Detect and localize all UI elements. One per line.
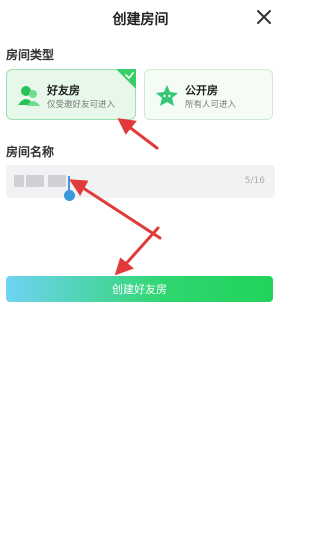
redacted-text xyxy=(48,175,66,187)
close-icon[interactable] xyxy=(255,8,273,26)
arrow-to-friends-option xyxy=(126,124,159,150)
arrowhead xyxy=(117,118,137,135)
public-star-icon xyxy=(156,85,178,106)
header: 创建房间 xyxy=(0,0,281,36)
room-name-label: 房间名称 xyxy=(6,145,55,159)
room-type-option-friends[interactable]: 好友房 仅受邀好友可进入 xyxy=(6,69,136,120)
room-name-input[interactable]: 5/16 xyxy=(6,165,275,198)
room-type-desc: 仅受邀好友可进入 xyxy=(47,100,116,110)
redacted-text xyxy=(26,175,44,187)
friends-icon xyxy=(18,86,40,106)
room-type-label: 房间类型 xyxy=(6,48,55,62)
cursor-handle[interactable] xyxy=(64,190,75,201)
arrow-to-create-button xyxy=(122,226,160,268)
redacted-text xyxy=(14,175,24,187)
arrowhead xyxy=(114,257,135,276)
create-room-button[interactable]: 创建好友房 xyxy=(6,276,273,302)
room-type-desc: 所有人可进入 xyxy=(185,100,237,110)
check-icon xyxy=(116,69,136,89)
room-type-option-public[interactable]: 公开房 所有人可进入 xyxy=(144,69,273,120)
room-type-name: 公开房 xyxy=(185,84,218,97)
room-type-name: 好友房 xyxy=(47,84,80,97)
page-title: 创建房间 xyxy=(112,12,169,28)
char-count: 5/16 xyxy=(244,176,265,186)
